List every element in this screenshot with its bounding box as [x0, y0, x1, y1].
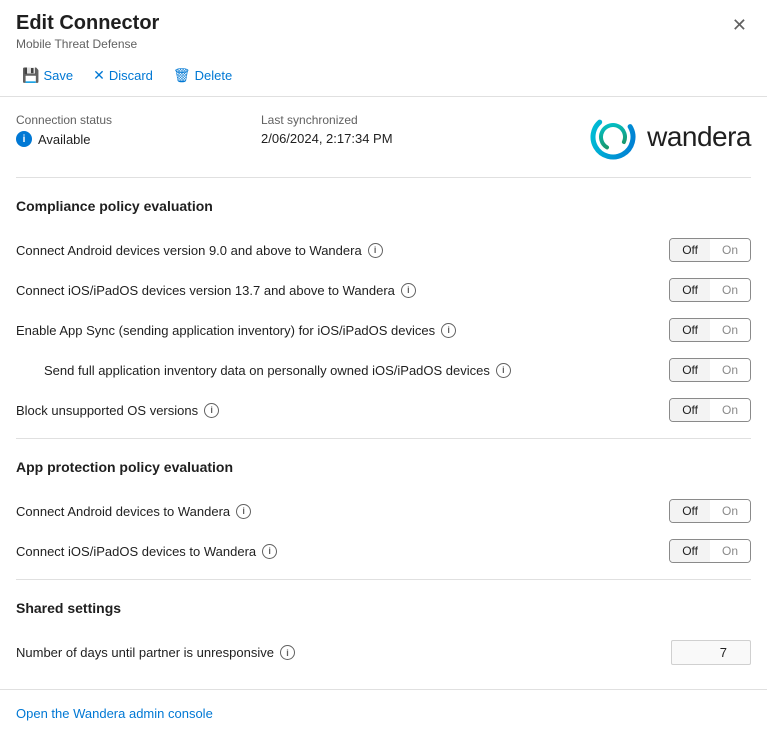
ios-compliance-label: Connect iOS/iPadOS devices version 13.7 … [16, 283, 669, 298]
android-compliance-label: Connect Android devices version 9.0 and … [16, 243, 669, 258]
sync-section: Last synchronized 2/06/2024, 2:17:34 PM [261, 113, 506, 146]
android-compliance-toggle[interactable]: Off On [669, 238, 751, 262]
android-compliance-row: Connect Android devices version 9.0 and … [16, 230, 751, 270]
full-inventory-off[interactable]: Off [670, 359, 710, 381]
app-sync-on[interactable]: On [710, 319, 750, 341]
wandera-logo-icon [589, 113, 637, 161]
ios-app-protection-toggle[interactable]: Off On [669, 539, 751, 563]
dialog-header: Edit Connector Mobile Threat Defense ✕ [0, 0, 767, 55]
days-unresponsive-row: Number of days until partner is unrespon… [16, 632, 751, 673]
status-info-icon: i [16, 131, 32, 147]
ios-app-protection-row: Connect iOS/iPadOS devices to Wandera i … [16, 531, 751, 571]
app-sync-row: Enable App Sync (sending application inv… [16, 310, 751, 350]
discard-button[interactable]: ✕ Discard [87, 63, 159, 88]
status-row: Connection status i Available Last synch… [16, 113, 751, 178]
dialog-title: Edit Connector [16, 12, 159, 35]
save-button[interactable]: 💾 Save [16, 63, 79, 88]
close-button[interactable]: ✕ [728, 12, 751, 38]
ios-compliance-info-icon[interactable]: i [401, 283, 416, 298]
compliance-section-title: Compliance policy evaluation [16, 198, 751, 218]
android-compliance-off[interactable]: Off [670, 239, 710, 261]
full-inventory-on[interactable]: On [710, 359, 750, 381]
sync-label: Last synchronized [261, 113, 506, 127]
ios-app-protection-off[interactable]: Off [670, 540, 710, 562]
app-sync-toggle[interactable]: Off On [669, 318, 751, 342]
connection-status-value: i Available [16, 131, 261, 147]
discard-icon: ✕ [93, 67, 105, 84]
full-inventory-toggle[interactable]: Off On [669, 358, 751, 382]
dialog-subtitle: Mobile Threat Defense [16, 37, 159, 51]
full-inventory-label: Send full application inventory data on … [44, 363, 669, 378]
toolbar: 💾 Save ✕ Discard 🗑 Delete [0, 55, 767, 97]
app-sync-off[interactable]: Off [670, 319, 710, 341]
app-protection-section: App protection policy evaluation Connect… [16, 459, 751, 571]
shared-settings-title: Shared settings [16, 600, 751, 620]
app-sync-info-icon[interactable]: i [441, 323, 456, 338]
ios-compliance-toggle[interactable]: Off On [669, 278, 751, 302]
android-app-protection-off[interactable]: Off [670, 500, 710, 522]
ios-app-protection-on[interactable]: On [710, 540, 750, 562]
save-icon: 💾 [22, 67, 39, 84]
section-divider-1 [16, 438, 751, 439]
ios-app-protection-info-icon[interactable]: i [262, 544, 277, 559]
delete-icon: 🗑 [173, 67, 191, 84]
connection-status-text: Available [38, 132, 91, 147]
wandera-logo: wandera [589, 113, 751, 161]
discard-label: Discard [109, 68, 153, 83]
compliance-section: Compliance policy evaluation Connect And… [16, 198, 751, 430]
ios-compliance-off[interactable]: Off [670, 279, 710, 301]
block-unsupported-toggle[interactable]: Off On [669, 398, 751, 422]
app-protection-section-title: App protection policy evaluation [16, 459, 751, 479]
android-app-protection-on[interactable]: On [710, 500, 750, 522]
days-unresponsive-label: Number of days until partner is unrespon… [16, 645, 671, 660]
full-inventory-row: Send full application inventory data on … [16, 350, 751, 390]
block-unsupported-info-icon[interactable]: i [204, 403, 219, 418]
block-unsupported-off[interactable]: Off [670, 399, 710, 421]
wandera-admin-console-link[interactable]: Open the Wandera admin console [16, 706, 213, 721]
full-inventory-info-icon[interactable]: i [496, 363, 511, 378]
ios-compliance-row: Connect iOS/iPadOS devices version 13.7 … [16, 270, 751, 310]
delete-label: Delete [195, 68, 233, 83]
sync-value: 2/06/2024, 2:17:34 PM [261, 131, 506, 146]
ios-compliance-on[interactable]: On [710, 279, 750, 301]
android-app-protection-label: Connect Android devices to Wandera i [16, 504, 669, 519]
connection-status-label: Connection status [16, 113, 261, 127]
android-app-protection-toggle[interactable]: Off On [669, 499, 751, 523]
app-sync-label: Enable App Sync (sending application inv… [16, 323, 669, 338]
days-unresponsive-input[interactable] [671, 640, 751, 665]
logo-section: wandera [506, 113, 751, 161]
connection-status-section: Connection status i Available [16, 113, 261, 147]
android-app-protection-row: Connect Android devices to Wandera i Off… [16, 491, 751, 531]
android-compliance-info-icon[interactable]: i [368, 243, 383, 258]
android-app-protection-info-icon[interactable]: i [236, 504, 251, 519]
shared-settings-section: Shared settings Number of days until par… [16, 600, 751, 673]
block-unsupported-label: Block unsupported OS versions i [16, 403, 669, 418]
section-divider-2 [16, 579, 751, 580]
delete-button[interactable]: 🗑 Delete [167, 63, 238, 88]
edit-connector-dialog: Edit Connector Mobile Threat Defense ✕ 💾… [0, 0, 767, 737]
title-block: Edit Connector Mobile Threat Defense [16, 12, 159, 51]
save-label: Save [43, 68, 73, 83]
content-area: Connection status i Available Last synch… [0, 97, 767, 673]
ios-app-protection-label: Connect iOS/iPadOS devices to Wandera i [16, 544, 669, 559]
android-compliance-on[interactable]: On [710, 239, 750, 261]
block-unsupported-row: Block unsupported OS versions i Off On [16, 390, 751, 430]
sync-date: 2/06/2024, 2:17:34 PM [261, 131, 393, 146]
wandera-text: wandera [647, 121, 751, 153]
block-unsupported-on[interactable]: On [710, 399, 750, 421]
footer: Open the Wandera admin console [0, 689, 767, 737]
days-unresponsive-info-icon[interactable]: i [280, 645, 295, 660]
